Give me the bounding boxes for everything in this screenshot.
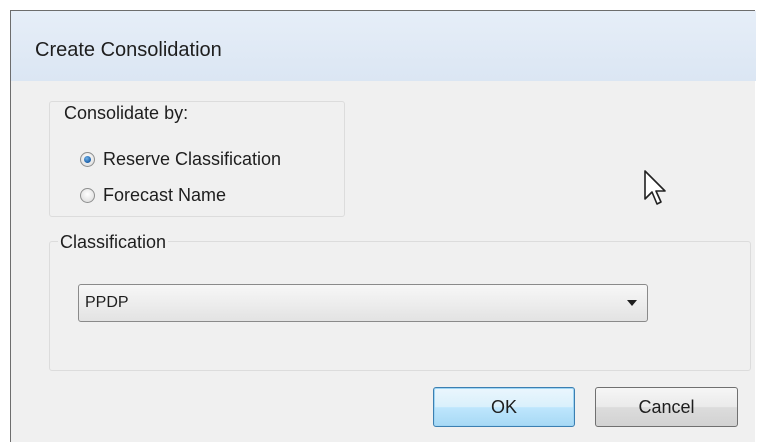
create-consolidation-dialog: Create Consolidation Consolidate by: Res… [10, 10, 756, 442]
radio-selected-icon[interactable] [80, 151, 95, 167]
radio-reserve-classification[interactable]: Reserve Classification [80, 146, 281, 172]
cancel-button[interactable]: Cancel [595, 387, 738, 427]
radio-unselected-icon[interactable] [80, 187, 95, 203]
classification-label: Classification [58, 232, 169, 253]
dialog-title: Create Consolidation [35, 39, 222, 61]
classification-selected-value: PPDP [85, 294, 129, 311]
consolidate-by-label: Consolidate by: [62, 103, 191, 124]
radio-dot [84, 155, 91, 163]
radio-label-reserve-classification[interactable]: Reserve Classification [103, 149, 281, 170]
classification-dropdown[interactable]: PPDP [78, 284, 648, 322]
ok-button[interactable]: OK [433, 387, 575, 427]
mouse-pointer-icon [644, 170, 666, 205]
title-bar[interactable]: Create Consolidation [11, 11, 756, 81]
chevron-down-icon[interactable] [627, 300, 637, 306]
consolidate-by-group: Consolidate by: Reserve Classification F… [49, 101, 345, 217]
radio-label-forecast-name[interactable]: Forecast Name [103, 185, 226, 206]
radio-forecast-name[interactable]: Forecast Name [80, 182, 226, 208]
classification-group: Classification PPDP [49, 232, 751, 371]
